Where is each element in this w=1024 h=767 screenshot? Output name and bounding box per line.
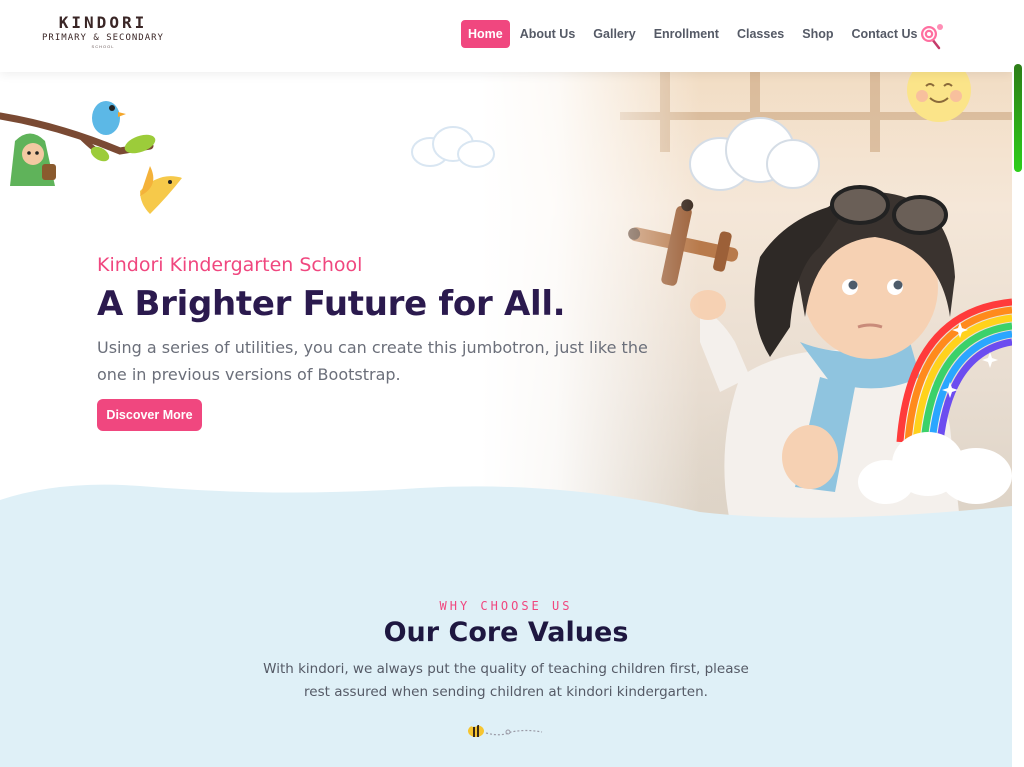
nav-item-about-us[interactable]: About Us: [511, 20, 585, 48]
branch-with-birds-illustration: [0, 101, 182, 214]
nav-item-home[interactable]: Home: [461, 20, 510, 48]
rainbow-icon: [896, 298, 1012, 442]
nav-item-shop[interactable]: Shop: [793, 20, 842, 48]
site-header: KINDORI PRIMARY & SECONDARY SCHOOL Home …: [0, 0, 1012, 72]
hero-wave-divider: [0, 484, 1012, 522]
hero-subtitle: Kindori Kindergarten School: [97, 254, 363, 276]
hero-title: A Brighter Future for All.: [97, 284, 566, 324]
search-lollipop-icon[interactable]: [918, 22, 946, 50]
hero-description: Using a series of utilities, you can cre…: [97, 338, 648, 384]
nav-item-enrollment[interactable]: Enrollment: [645, 20, 728, 48]
core-values-section: WHY CHOOSE US Our Core Values With kindo…: [0, 520, 1012, 767]
section-eyebrow: WHY CHOOSE US: [439, 599, 573, 613]
section-description: With kindori, we always put the quality …: [263, 661, 749, 700]
bee-icon: [468, 721, 543, 737]
nav-item-classes[interactable]: Classes: [728, 20, 793, 48]
smiling-sun-icon: [907, 72, 971, 122]
nav-item-gallery[interactable]: Gallery: [584, 20, 644, 48]
nav-item-contact-us[interactable]: Contact Us: [843, 20, 927, 48]
scrollbar-thumb[interactable]: [1014, 64, 1022, 172]
logo-name: KINDORI: [58, 13, 148, 32]
cloud-icon: [689, 117, 820, 191]
site-logo[interactable]: KINDORI PRIMARY & SECONDARY SCHOOL: [38, 14, 168, 50]
cloud-icon: [411, 126, 495, 168]
main-nav: Home About Us Gallery Enrollment Classes…: [461, 20, 926, 48]
section-title: Our Core Values: [383, 617, 629, 648]
discover-more-button[interactable]: Discover More: [97, 399, 202, 431]
logo-subtitle: PRIMARY & SECONDARY: [42, 33, 164, 43]
page-scrollbar[interactable]: [1012, 0, 1024, 767]
hero-section: Kindori Kindergarten School A Brighter F…: [0, 72, 1012, 522]
logo-tagline: SCHOOL: [91, 44, 115, 49]
